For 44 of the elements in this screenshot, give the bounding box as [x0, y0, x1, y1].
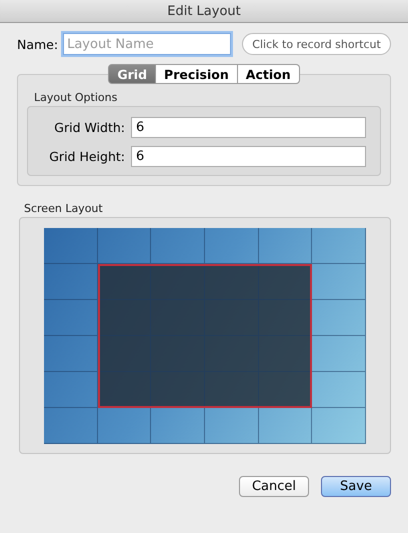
- window-title: Edit Layout: [167, 4, 241, 18]
- grid-cell[interactable]: [205, 228, 259, 264]
- field-label: Grid Width:: [54, 120, 125, 135]
- grid-cell[interactable]: [258, 228, 312, 264]
- tab[interactable]: Precision: [156, 64, 238, 84]
- input-field[interactable]: 6: [131, 117, 366, 138]
- grid-cell[interactable]: [151, 372, 205, 408]
- record-shortcut-button[interactable]: Click to record shortcut: [242, 33, 391, 55]
- grid-cell[interactable]: [205, 264, 259, 300]
- grid-cell[interactable]: [258, 300, 312, 336]
- name-label: Name:: [17, 36, 58, 52]
- grid-cell[interactable]: [312, 264, 366, 300]
- tab[interactable]: Grid: [108, 64, 156, 84]
- grid-preview[interactable]: [44, 228, 366, 444]
- grid-cell[interactable]: [312, 300, 366, 336]
- save-button[interactable]: Save: [321, 476, 391, 497]
- grid-cell[interactable]: [44, 408, 98, 444]
- grid-cell[interactable]: [151, 264, 205, 300]
- grid-cell[interactable]: [312, 408, 366, 444]
- grid-cell[interactable]: [312, 228, 366, 264]
- grid-cell[interactable]: [258, 408, 312, 444]
- section-title: Layout Options: [33, 91, 118, 104]
- cancel-button[interactable]: Cancel: [239, 476, 309, 497]
- grid-cell[interactable]: [44, 372, 98, 408]
- field-label: Grid Height:: [49, 149, 125, 164]
- grid-cell[interactable]: [98, 300, 152, 336]
- grid-cell[interactable]: [98, 228, 152, 264]
- grid-cell[interactable]: [98, 336, 152, 372]
- name-field[interactable]: Layout Name: [63, 33, 232, 55]
- grid-cell[interactable]: [98, 408, 152, 444]
- grid-cell[interactable]: [44, 300, 98, 336]
- grid-cell[interactable]: [312, 336, 366, 372]
- section-title: Screen Layout: [24, 202, 104, 215]
- grid-cell[interactable]: [151, 408, 205, 444]
- tab[interactable]: Action: [238, 64, 300, 84]
- grid-cell[interactable]: [205, 372, 259, 408]
- grid-cell[interactable]: [151, 228, 205, 264]
- grid-cell[interactable]: [205, 408, 259, 444]
- grid-cell[interactable]: [312, 372, 366, 408]
- grid-cell[interactable]: [44, 336, 98, 372]
- grid-cell[interactable]: [44, 228, 98, 264]
- input-field[interactable]: 6: [131, 146, 366, 167]
- grid-cell[interactable]: [44, 264, 98, 300]
- grid-cell[interactable]: [258, 336, 312, 372]
